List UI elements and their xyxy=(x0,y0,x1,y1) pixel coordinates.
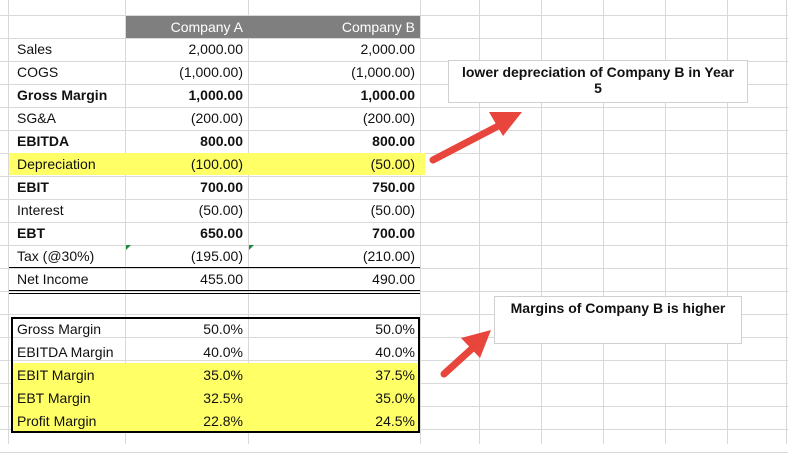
annotation-arrows xyxy=(429,112,522,378)
arrow-icon[interactable] xyxy=(429,112,522,164)
arrow-icon[interactable] xyxy=(440,330,491,378)
